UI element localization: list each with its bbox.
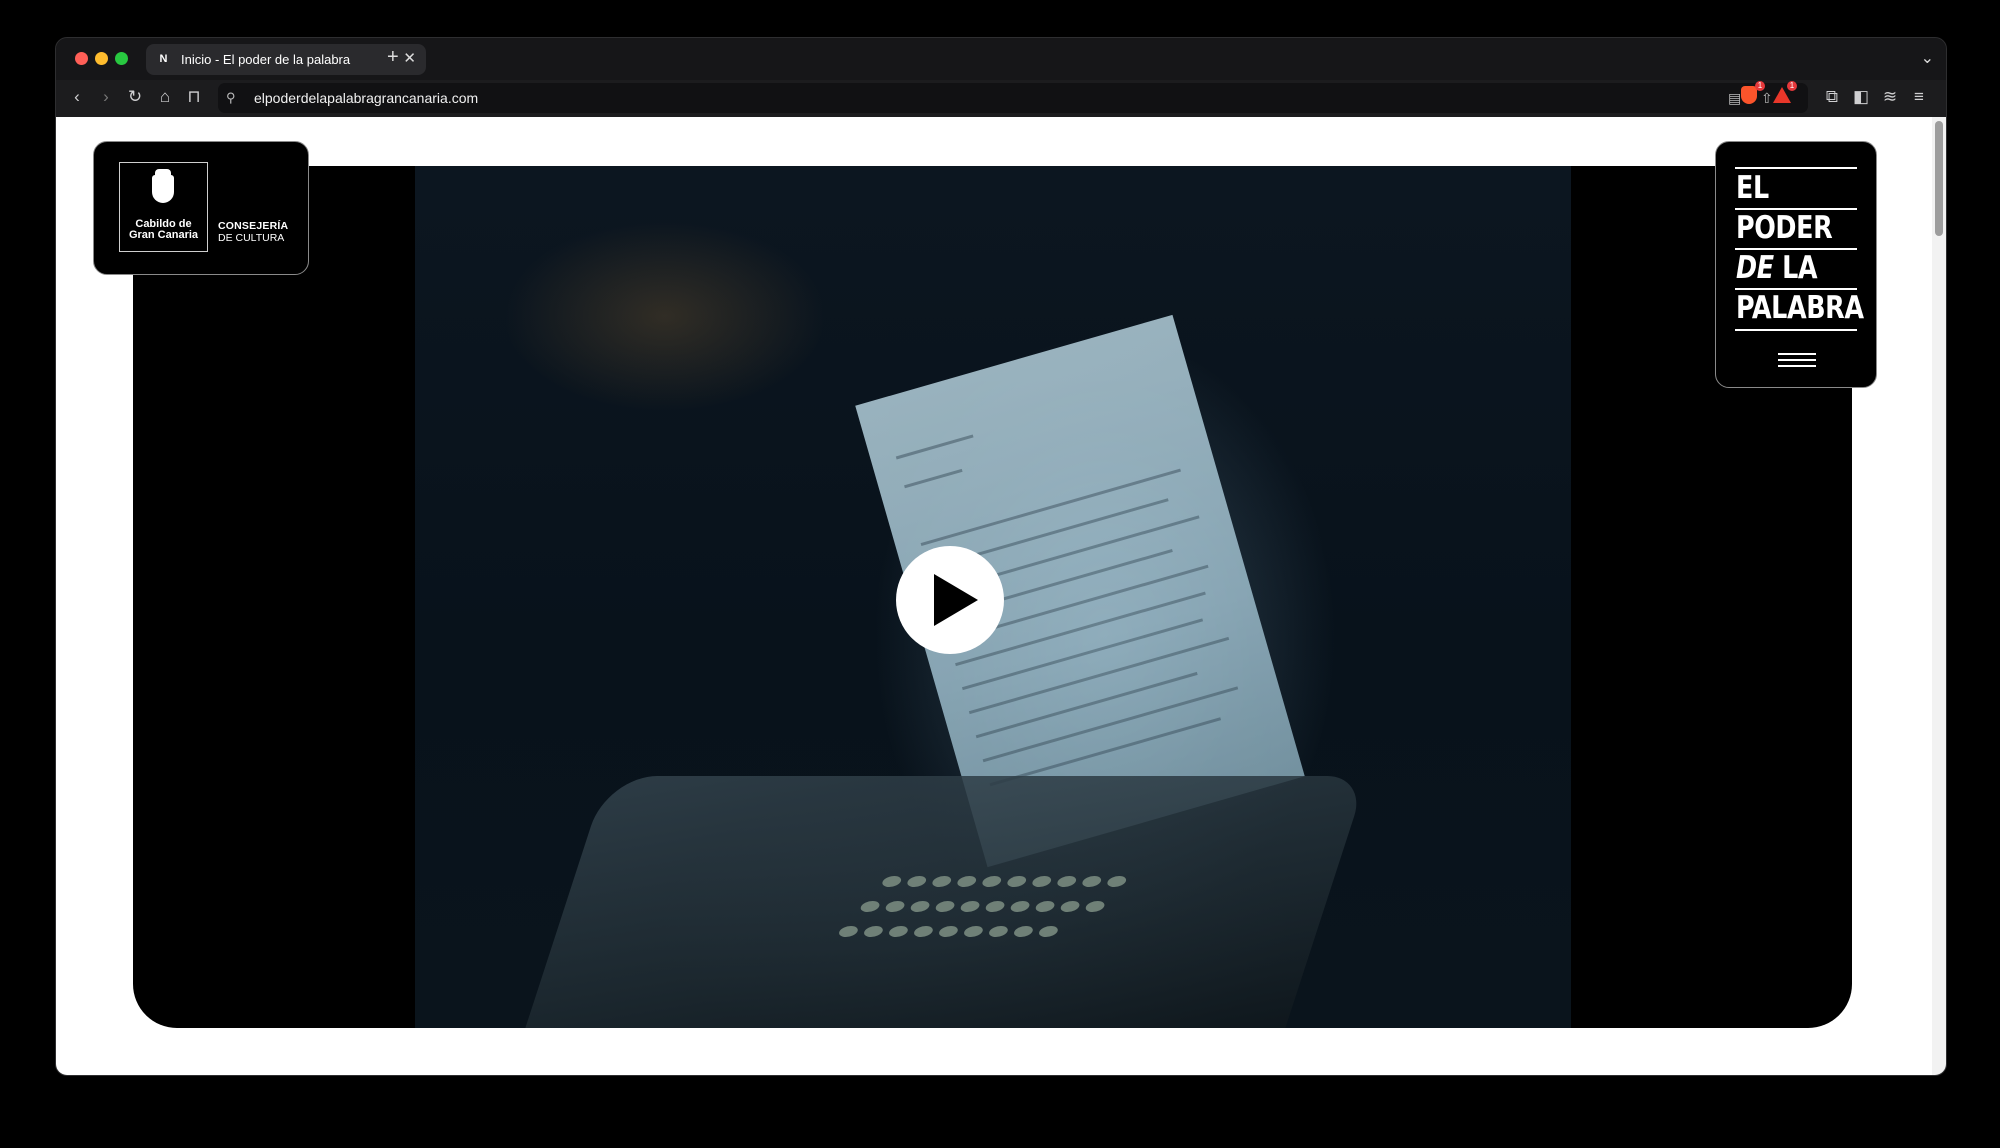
maximize-window-button[interactable] — [115, 52, 128, 65]
brand-line2: PODER — [1736, 210, 1833, 246]
tab-title: Inicio - El poder de la palabra — [181, 52, 351, 67]
shields-count-badge: 1 — [1755, 81, 1765, 91]
shield-icon — [152, 175, 174, 203]
home-icon[interactable]: ⌂ — [152, 84, 178, 110]
brave-shields-icon[interactable]: 1 — [1741, 81, 1765, 105]
close-window-button[interactable] — [75, 52, 88, 65]
extensions-icon[interactable]: ⧉ — [1819, 84, 1845, 110]
brave-rewards-icon[interactable]: 1 — [1773, 81, 1797, 105]
reader-mode-icon[interactable]: ▤ — [1728, 88, 1741, 108]
address-bar[interactable]: ⚲ elpoderdelapalabragrancanaria.com ▤ ⇧ — [218, 83, 1808, 113]
cabildo-logo[interactable]: Cabildo de Gran Canaria CONSEJERÍA DE CU… — [93, 141, 309, 275]
hero-video[interactable] — [133, 166, 1852, 1028]
page-scrollbar[interactable] — [1932, 117, 1946, 1075]
browser-window: N Inicio - El poder de la palabra ✕ + ⌄ … — [55, 37, 1947, 1076]
browser-tab[interactable]: N Inicio - El poder de la palabra ✕ — [146, 44, 426, 75]
scrollbar-thumb[interactable] — [1935, 121, 1943, 236]
bookmark-icon[interactable]: ⊓ — [181, 84, 207, 110]
sidebar-icon[interactable]: ◧ — [1848, 84, 1874, 110]
dept-line2: DE CULTURA — [218, 232, 285, 244]
new-tab-button[interactable]: + — [387, 46, 399, 68]
typewriter-keys — [800, 866, 1230, 1016]
brand-line3: LA — [1782, 250, 1818, 286]
browser-toolbar: ‹ › ↻ ⌂ ⊓ ⚲ elpoderdelapalabragrancanari… — [56, 80, 1946, 116]
brand-line1: EL — [1736, 170, 1769, 206]
close-tab-icon[interactable]: ✕ — [403, 50, 416, 68]
minimize-window-button[interactable] — [95, 52, 108, 65]
brand-logo-card[interactable]: EL PODER DE LA PALABRA — [1715, 141, 1877, 388]
dept-line1: CONSEJERÍA — [218, 220, 289, 232]
leo-icon[interactable]: ≋ — [1877, 84, 1903, 110]
brand-line4: PALABRA — [1736, 290, 1864, 326]
hamburger-menu-icon[interactable] — [1778, 353, 1816, 369]
crest-logo: Cabildo de Gran Canaria — [119, 162, 208, 252]
logo-line2: Gran Canaria — [128, 229, 199, 241]
brand-line3-italic: DE — [1736, 250, 1774, 286]
page-viewport: Cabildo de Gran Canaria CONSEJERÍA DE CU… — [56, 117, 1932, 1075]
menu-icon[interactable]: ≡ — [1906, 84, 1932, 110]
tab-bar: N Inicio - El poder de la palabra ✕ + ⌄ — [56, 38, 1946, 80]
back-icon[interactable]: ‹ — [64, 84, 90, 110]
forward-icon[interactable]: › — [93, 84, 119, 110]
play-button[interactable] — [896, 546, 1004, 654]
play-icon — [934, 574, 978, 626]
site-favicon-icon: N — [159, 53, 168, 65]
url-text[interactable]: elpoderdelapalabragrancanaria.com — [254, 90, 478, 106]
site-info-icon[interactable]: ⚲ — [226, 88, 236, 108]
reload-icon[interactable]: ↻ — [122, 84, 148, 110]
rewards-count-badge: 1 — [1787, 81, 1797, 91]
tab-list-chevron-icon[interactable]: ⌄ — [1921, 48, 1934, 68]
